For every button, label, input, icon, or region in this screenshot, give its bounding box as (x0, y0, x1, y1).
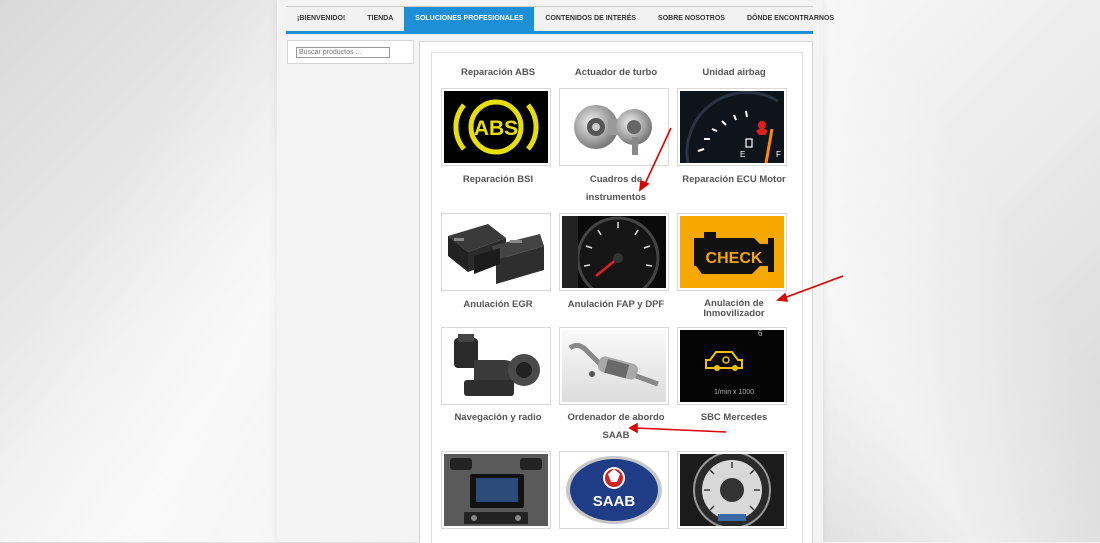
tab-donde-encontrarnos[interactable]: DÓNDE ENCONTRARNOS (736, 7, 845, 31)
mercedes-cluster-icon (680, 454, 784, 526)
svg-text:E: E (740, 150, 745, 159)
product-image-turbo[interactable] (559, 88, 669, 166)
product-image-airbag[interactable]: E F (677, 88, 787, 166)
turbocharger-icon (562, 91, 666, 163)
tab-bienvenido[interactable]: ¡BIENVENIDO! (286, 7, 356, 31)
immobilizer-light-icon: 6 1/min x 1000 (680, 330, 784, 402)
product-title-cuadros[interactable]: Cuadros de instrumentos (556, 172, 676, 206)
product-title-inmovilizador-line2: Inmovilizador (703, 308, 765, 319)
saab-logo-icon: SAAB (562, 454, 666, 526)
svg-text:CHECK: CHECK (706, 250, 763, 267)
product-title-ecu[interactable]: Reparación ECU Motor (674, 172, 794, 188)
product-image-fap-dpf[interactable] (559, 327, 669, 405)
product-title-cuadros-line2: instrumentos (585, 192, 647, 203)
product-title-abs[interactable]: Reparación ABS (438, 65, 558, 81)
tab-sobre-nosotros[interactable]: SOBRE NOSOTROS (647, 7, 736, 31)
sidebar-search-widget (287, 40, 414, 64)
product-title-saab-line1: Ordenador de abordo (567, 412, 665, 423)
product-title-saab[interactable]: Ordenador de abordo SAAB (556, 410, 676, 444)
product-title-turbo[interactable]: Actuador de turbo (556, 65, 676, 81)
product-image-egr[interactable] (441, 327, 551, 405)
product-title-bsi[interactable]: Reparación BSI (438, 172, 558, 188)
product-title-sbc-mercedes[interactable]: SBC Mercedes (674, 410, 794, 426)
svg-text:ABS: ABS (474, 117, 518, 140)
product-title-fap-dpf[interactable]: Anulación FAP y DPF (556, 297, 676, 313)
product-title-egr[interactable]: Anulación EGR (438, 297, 558, 313)
product-title-inmovilizador[interactable]: Anulación de Inmovilizador (674, 299, 794, 319)
car-radio-icon (444, 454, 548, 526)
product-image-inmovilizador[interactable]: 6 1/min x 1000 (677, 327, 787, 405)
speedometer-icon (562, 216, 666, 288)
product-image-cuadros[interactable] (559, 213, 669, 291)
abs-warning-icon: ABS (444, 91, 548, 163)
product-image-bsi[interactable] (441, 213, 551, 291)
product-title-cuadros-line1: Cuadros de (589, 174, 643, 185)
svg-text:SAAB: SAAB (593, 493, 636, 510)
bsi-module-icon (444, 216, 548, 288)
svg-text:6: 6 (758, 330, 763, 338)
tab-tienda[interactable]: TIENDA (356, 7, 404, 31)
product-title-saab-line2: SAAB (602, 430, 630, 441)
check-engine-icon: CHECK (680, 216, 784, 288)
product-title-airbag[interactable]: Unidad airbag (674, 65, 794, 81)
main-navigation: ¡BIENVENIDO! TIENDA SOLUCIONES PROFESION… (286, 6, 834, 34)
product-image-sbc-mercedes[interactable] (677, 451, 787, 529)
product-image-navegacion[interactable] (441, 451, 551, 529)
svg-text:F: F (776, 150, 781, 159)
airbag-dashboard-icon: E F (680, 91, 784, 163)
product-image-saab[interactable]: SAAB (559, 451, 669, 529)
svg-text:1/min x 1000: 1/min x 1000 (714, 389, 754, 396)
product-image-ecu[interactable]: CHECK (677, 213, 787, 291)
egr-valve-icon (444, 330, 548, 402)
search-input[interactable] (296, 47, 390, 58)
tab-contenidos-de-interes[interactable]: CONTENIDOS DE INTERÉS (534, 7, 647, 31)
dpf-filter-icon (562, 330, 666, 402)
tab-soluciones-profesionales[interactable]: SOLUCIONES PROFESIONALES (404, 7, 535, 31)
product-title-navegacion[interactable]: Navegación y radio (438, 410, 558, 426)
product-image-abs[interactable]: ABS (441, 88, 551, 166)
